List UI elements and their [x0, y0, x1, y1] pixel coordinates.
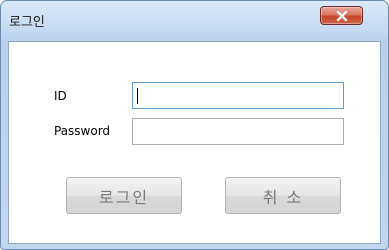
close-button[interactable] [320, 6, 363, 25]
dialog-body: ID Password 로그인 취 소 [8, 41, 381, 244]
login-dialog: 로그인 ID Password 로그인 취 소 [0, 0, 389, 250]
id-input[interactable] [132, 82, 344, 109]
window-title: 로그인 [9, 15, 45, 30]
title-bar[interactable]: 로그인 [1, 1, 388, 41]
login-button[interactable]: 로그인 [66, 177, 182, 214]
password-input[interactable] [132, 118, 344, 145]
id-label: ID [54, 89, 67, 103]
password-label: Password [54, 124, 111, 138]
close-icon [321, 7, 362, 24]
text-caret [137, 88, 138, 104]
cancel-button[interactable]: 취 소 [225, 177, 341, 214]
